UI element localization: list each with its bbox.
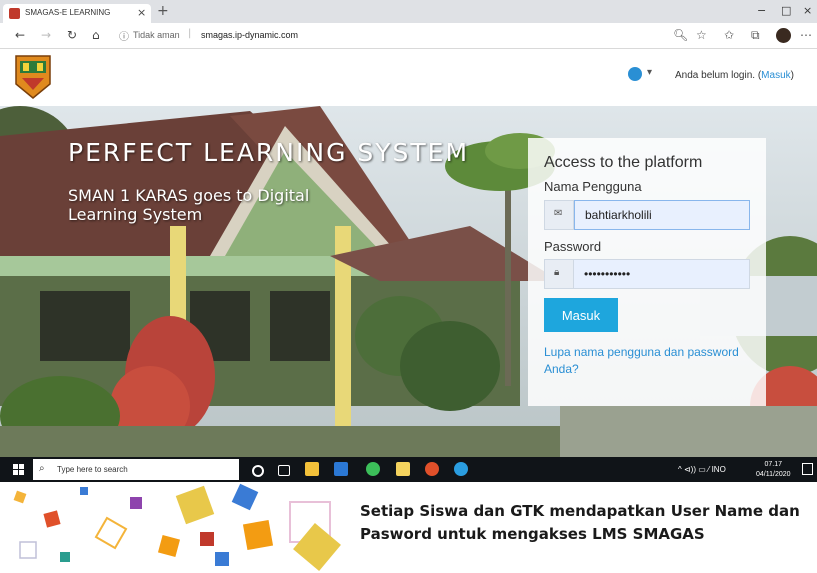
login-button[interactable]: Masuk (544, 298, 618, 332)
maximize-button[interactable]: □ (781, 4, 791, 17)
chrome-icon[interactable] (366, 462, 380, 476)
forward-icon[interactable]: → (41, 28, 51, 42)
hero-subtitle: SMAN 1 KARAS goes to Digital Learning Sy… (68, 186, 310, 224)
system-tray[interactable]: ^ ⊲)) ▭ ⁄ INO (678, 465, 726, 474)
caption-area: Setiap Siswa dan GTK mendapatkan User Na… (0, 482, 817, 573)
taskbar-search-placeholder: Type here to search (57, 465, 128, 474)
windows-taskbar: ⌕ Type here to search ^ ⊲)) ▭ ⁄ INO 07.1… (0, 457, 817, 482)
login-status: Anda belum login. (Masuk) (675, 70, 794, 81)
notification-icon[interactable] (802, 463, 813, 475)
password-group: 🔒︎ ••••••••••• (544, 259, 750, 289)
login-panel-title: Access to the platform (544, 154, 703, 171)
store-icon[interactable] (396, 462, 410, 476)
zoom-icon[interactable]: 🔍︎ (673, 28, 688, 42)
tab-close-icon[interactable]: × (137, 6, 146, 19)
globe-icon[interactable] (628, 67, 642, 81)
home-icon[interactable]: ⌂ (92, 28, 100, 42)
caption-text: Setiap Siswa dan GTK mendapatkan User Na… (360, 502, 800, 543)
info-icon[interactable]: ⓘ (119, 28, 129, 43)
mail-icon[interactable] (334, 462, 348, 476)
refresh-icon[interactable]: ↻ (67, 28, 77, 42)
password-field[interactable]: ••••••••••• (574, 259, 750, 289)
minimize-button[interactable]: − (757, 4, 766, 17)
taskbar-clock[interactable]: 07.17 04/11/2020 (756, 460, 791, 480)
task-view-icon[interactable] (278, 465, 290, 476)
forgot-credentials-link[interactable]: Lupa nama pengguna dan password Anda? (544, 344, 744, 378)
site-favicon-icon (9, 8, 20, 19)
envelope-icon: ✉ (544, 200, 574, 230)
collections-icon[interactable]: ⧉ (751, 28, 760, 43)
school-logo[interactable] (14, 54, 52, 100)
login-panel: Access to the platform Nama Pengguna ✉ b… (528, 138, 766, 406)
chevron-down-icon[interactable]: ▾ (647, 67, 652, 78)
hero-title: PERFECT LEARNING SYSTEM (68, 138, 470, 167)
username-group: ✉ bahtiarkholili (544, 200, 750, 230)
edge-icon[interactable] (454, 462, 468, 476)
url-divider: | (188, 28, 192, 39)
clock-time: 07.17 (764, 461, 783, 468)
hero-banner: PERFECT LEARNING SYSTEM SMAN 1 KARAS goe… (0, 106, 817, 457)
back-icon[interactable]: ← (15, 28, 25, 42)
password-label: Password (544, 239, 602, 254)
search-icon: ⌕ (39, 463, 45, 474)
lock-icon: 🔒︎ (544, 259, 574, 289)
cortana-icon[interactable] (252, 465, 264, 477)
address-bar-row: ← → ↻ ⌂ ⓘ Tidak aman | smagas.ip-dynamic… (0, 23, 817, 49)
browser-tab[interactable]: SMAGAS-E LEARNING × (3, 4, 151, 23)
url-field[interactable]: ⓘ Tidak aman | smagas.ip-dynamic.com (113, 26, 613, 45)
new-tab-button[interactable]: + (157, 3, 169, 19)
favorites-icon[interactable]: ✩ (724, 28, 734, 42)
clock-date: 04/11/2020 (756, 471, 791, 478)
star-icon[interactable]: ☆ (696, 28, 707, 42)
windows-start-icon[interactable] (13, 464, 24, 475)
site-header: ▾ Anda belum login. (Masuk) (0, 49, 817, 106)
taskbar-search-input[interactable]: ⌕ Type here to search (33, 459, 239, 480)
security-label: Tidak aman (133, 30, 180, 40)
url-text[interactable]: smagas.ip-dynamic.com (201, 30, 298, 40)
app-icon[interactable] (425, 462, 439, 476)
close-window-button[interactable]: × (803, 4, 812, 17)
username-field[interactable]: bahtiarkholili (574, 200, 750, 230)
file-explorer-icon[interactable] (305, 462, 319, 476)
profile-icon[interactable] (776, 28, 791, 43)
login-link[interactable]: Masuk (761, 70, 790, 81)
more-icon[interactable]: ⋯ (800, 28, 812, 42)
username-label: Nama Pengguna (544, 179, 642, 194)
tab-title: SMAGAS-E LEARNING (25, 8, 111, 17)
browser-tab-bar: SMAGAS-E LEARNING × + − □ × (0, 0, 817, 23)
